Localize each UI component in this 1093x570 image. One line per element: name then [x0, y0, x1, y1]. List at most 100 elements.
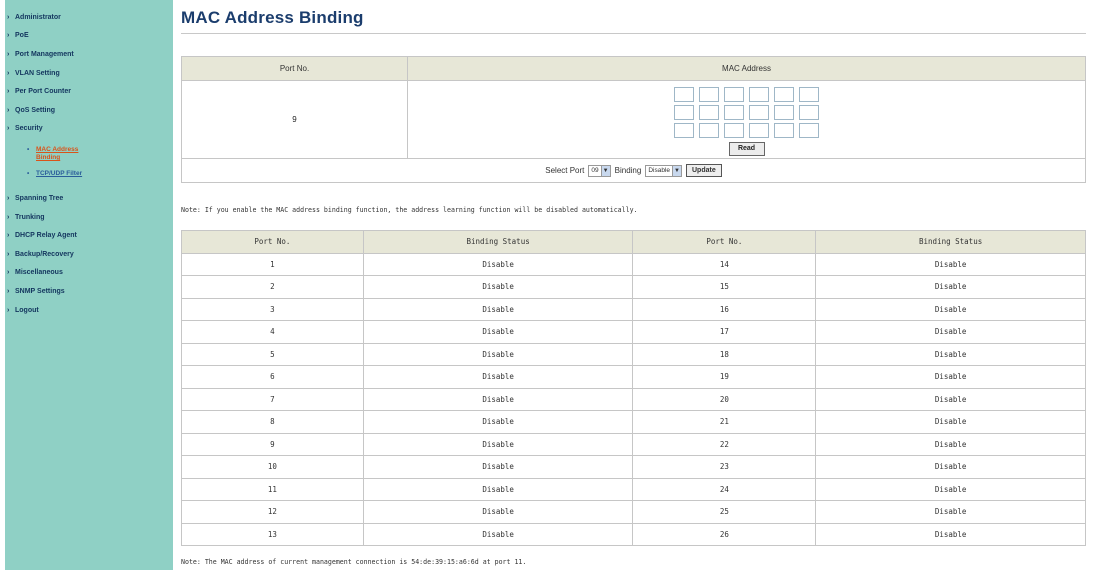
mac-octet-input[interactable] — [674, 123, 694, 138]
binding-status-cell: Disable — [815, 500, 1086, 524]
col-header-binding-status: Binding Status — [362, 230, 634, 254]
sidebar-item-snmp-settings[interactable]: › SNMP Settings — [5, 282, 173, 301]
sidebar-item-label: Port Management — [15, 50, 74, 58]
mac-binding-form: Port No. MAC Address 9 Read Select Port … — [181, 56, 1086, 183]
table-row: 9 Disable 22 Disable — [181, 432, 1086, 456]
mac-octet-input[interactable] — [674, 87, 694, 102]
mac-octet-input[interactable] — [799, 105, 819, 120]
table-row: 13 Disable 26 Disable — [181, 522, 1086, 546]
port-no-header: Port No. — [181, 56, 408, 81]
select-port-row: Select Port 09 ▼ Binding Disable ▼ Updat… — [181, 158, 1086, 183]
port-no-cell: 10 — [181, 455, 364, 479]
port-no-cell: 7 — [181, 387, 364, 411]
sidebar-item-qos-setting[interactable]: › QoS Setting — [5, 101, 173, 120]
sidebar-item-port-management[interactable]: › Port Management — [5, 45, 173, 64]
select-port-dropdown[interactable]: 09 ▼ — [588, 164, 611, 177]
mac-octet-input[interactable] — [799, 87, 819, 102]
binding-status-cell: Disable — [815, 410, 1086, 434]
sidebar-item-dhcp-relay-agent[interactable]: › DHCP Relay Agent — [5, 226, 173, 245]
bullet-icon: • — [27, 170, 30, 178]
port-no-cell: 5 — [181, 342, 364, 366]
sidebar-item-label: DHCP Relay Agent — [15, 232, 77, 240]
table-row: 11 Disable 24 Disable — [181, 477, 1086, 501]
binding-label: Binding — [614, 166, 642, 175]
chevron-down-icon: ▼ — [672, 165, 681, 176]
sidebar-item-label: QoS Setting — [15, 106, 56, 114]
sidebar-item-pse[interactable]: › PoE — [5, 27, 173, 46]
port-no-cell: 13 — [181, 522, 364, 546]
sidebar-item-spanning-tree[interactable]: › Spanning Tree — [5, 189, 173, 208]
sidebar-subitem-tcp-udp-filter[interactable]: • TCP/UDP Filter — [27, 168, 173, 179]
binding-dropdown[interactable]: Disable ▼ — [645, 164, 682, 177]
chevron-right-icon: › — [7, 306, 10, 314]
mac-octet-input[interactable] — [699, 87, 719, 102]
bullet-icon: • — [27, 146, 30, 154]
sidebar-item-trunking[interactable]: › Trunking — [5, 208, 173, 227]
port-no-cell: 17 — [632, 320, 817, 344]
binding-status-cell: Disable — [362, 320, 634, 344]
binding-status-cell: Disable — [362, 500, 634, 524]
binding-status-cell: Disable — [815, 477, 1086, 501]
port-no-cell: 4 — [181, 320, 364, 344]
read-button[interactable]: Read — [728, 142, 765, 156]
title-divider — [181, 33, 1086, 34]
sidebar-item-label: PoE — [15, 32, 29, 40]
binding-status-cell: Disable — [362, 297, 634, 321]
mac-octet-input[interactable] — [699, 123, 719, 138]
sidebar-item-miscellaneous[interactable]: › Miscellaneous — [5, 264, 173, 283]
table-row: 8 Disable 21 Disable — [181, 410, 1086, 434]
mac-address-cell: Read — [407, 80, 1086, 159]
binding-status-cell: Disable — [362, 455, 634, 479]
sidebar-item-label: Trunking — [15, 213, 45, 221]
page-title: MAC Address Binding — [181, 8, 364, 27]
chevron-right-icon: › — [7, 69, 10, 77]
mac-octet-input[interactable] — [724, 87, 744, 102]
col-header-binding-status-2: Binding Status — [815, 230, 1086, 254]
port-no-value: 9 — [181, 80, 408, 159]
mac-octet-input[interactable] — [749, 105, 769, 120]
table-row: 1 Disable 14 Disable — [181, 252, 1086, 276]
mac-octet-input[interactable] — [699, 105, 719, 120]
select-port-label: Select Port — [545, 166, 585, 175]
sidebar-menu: › Administrator › PoE › Port Management › VLAN … — [5, 0, 173, 138]
port-no-cell: 12 — [181, 500, 364, 524]
sidebar-item-administrator[interactable]: › Administrator — [5, 8, 173, 27]
port-no-cell: 16 — [632, 297, 817, 321]
mac-octet-input[interactable] — [674, 105, 694, 120]
chevron-right-icon: › — [7, 287, 10, 295]
mac-octet-input[interactable] — [749, 123, 769, 138]
binding-status-cell: Disable — [362, 432, 634, 456]
select-port-value: 09 — [591, 167, 599, 174]
note-learning-disabled: Note: If you enable the MAC address bind… — [181, 206, 638, 214]
mac-octet-input[interactable] — [724, 105, 744, 120]
mac-octet-input[interactable] — [724, 123, 744, 138]
mac-octet-input[interactable] — [774, 105, 794, 120]
chevron-right-icon: › — [7, 213, 10, 221]
sidebar-item-security[interactable]: › Security — [5, 120, 173, 139]
mac-octet-input[interactable] — [774, 87, 794, 102]
table-row: 12 Disable 25 Disable — [181, 500, 1086, 524]
sidebar-item-backup-recovery[interactable]: › Backup/Recovery — [5, 245, 173, 264]
mac-octet-input[interactable] — [774, 123, 794, 138]
sidebar-item-vlan-setting[interactable]: › VLAN Setting — [5, 64, 173, 83]
mac-octet-input[interactable] — [799, 123, 819, 138]
binding-status-cell: Disable — [815, 387, 1086, 411]
binding-status-table: Port No. Binding Status Port No. Binding… — [181, 230, 1086, 546]
binding-status-cell: Disable — [362, 365, 634, 389]
chevron-right-icon: › — [7, 250, 10, 258]
port-no-cell: 20 — [632, 387, 817, 411]
sidebar-subitem-mac-address-binding[interactable]: • MAC Address Binding — [27, 144, 173, 164]
update-button[interactable]: Update — [686, 164, 722, 177]
port-no-cell: 21 — [632, 410, 817, 434]
binding-status-cell: Disable — [815, 275, 1086, 299]
sidebar-item-per-port-counter[interactable]: › Per Port Counter — [5, 82, 173, 101]
sidebar-item-logout[interactable]: › Logout — [5, 301, 173, 320]
table-row: 3 Disable 16 Disable — [181, 297, 1086, 321]
port-no-cell: 2 — [181, 275, 364, 299]
binding-status-cell: Disable — [362, 275, 634, 299]
port-no-cell: 19 — [632, 365, 817, 389]
port-no-cell: 9 — [181, 432, 364, 456]
binding-status-cell: Disable — [362, 252, 634, 276]
mac-address-inputs — [674, 87, 819, 138]
mac-octet-input[interactable] — [749, 87, 769, 102]
